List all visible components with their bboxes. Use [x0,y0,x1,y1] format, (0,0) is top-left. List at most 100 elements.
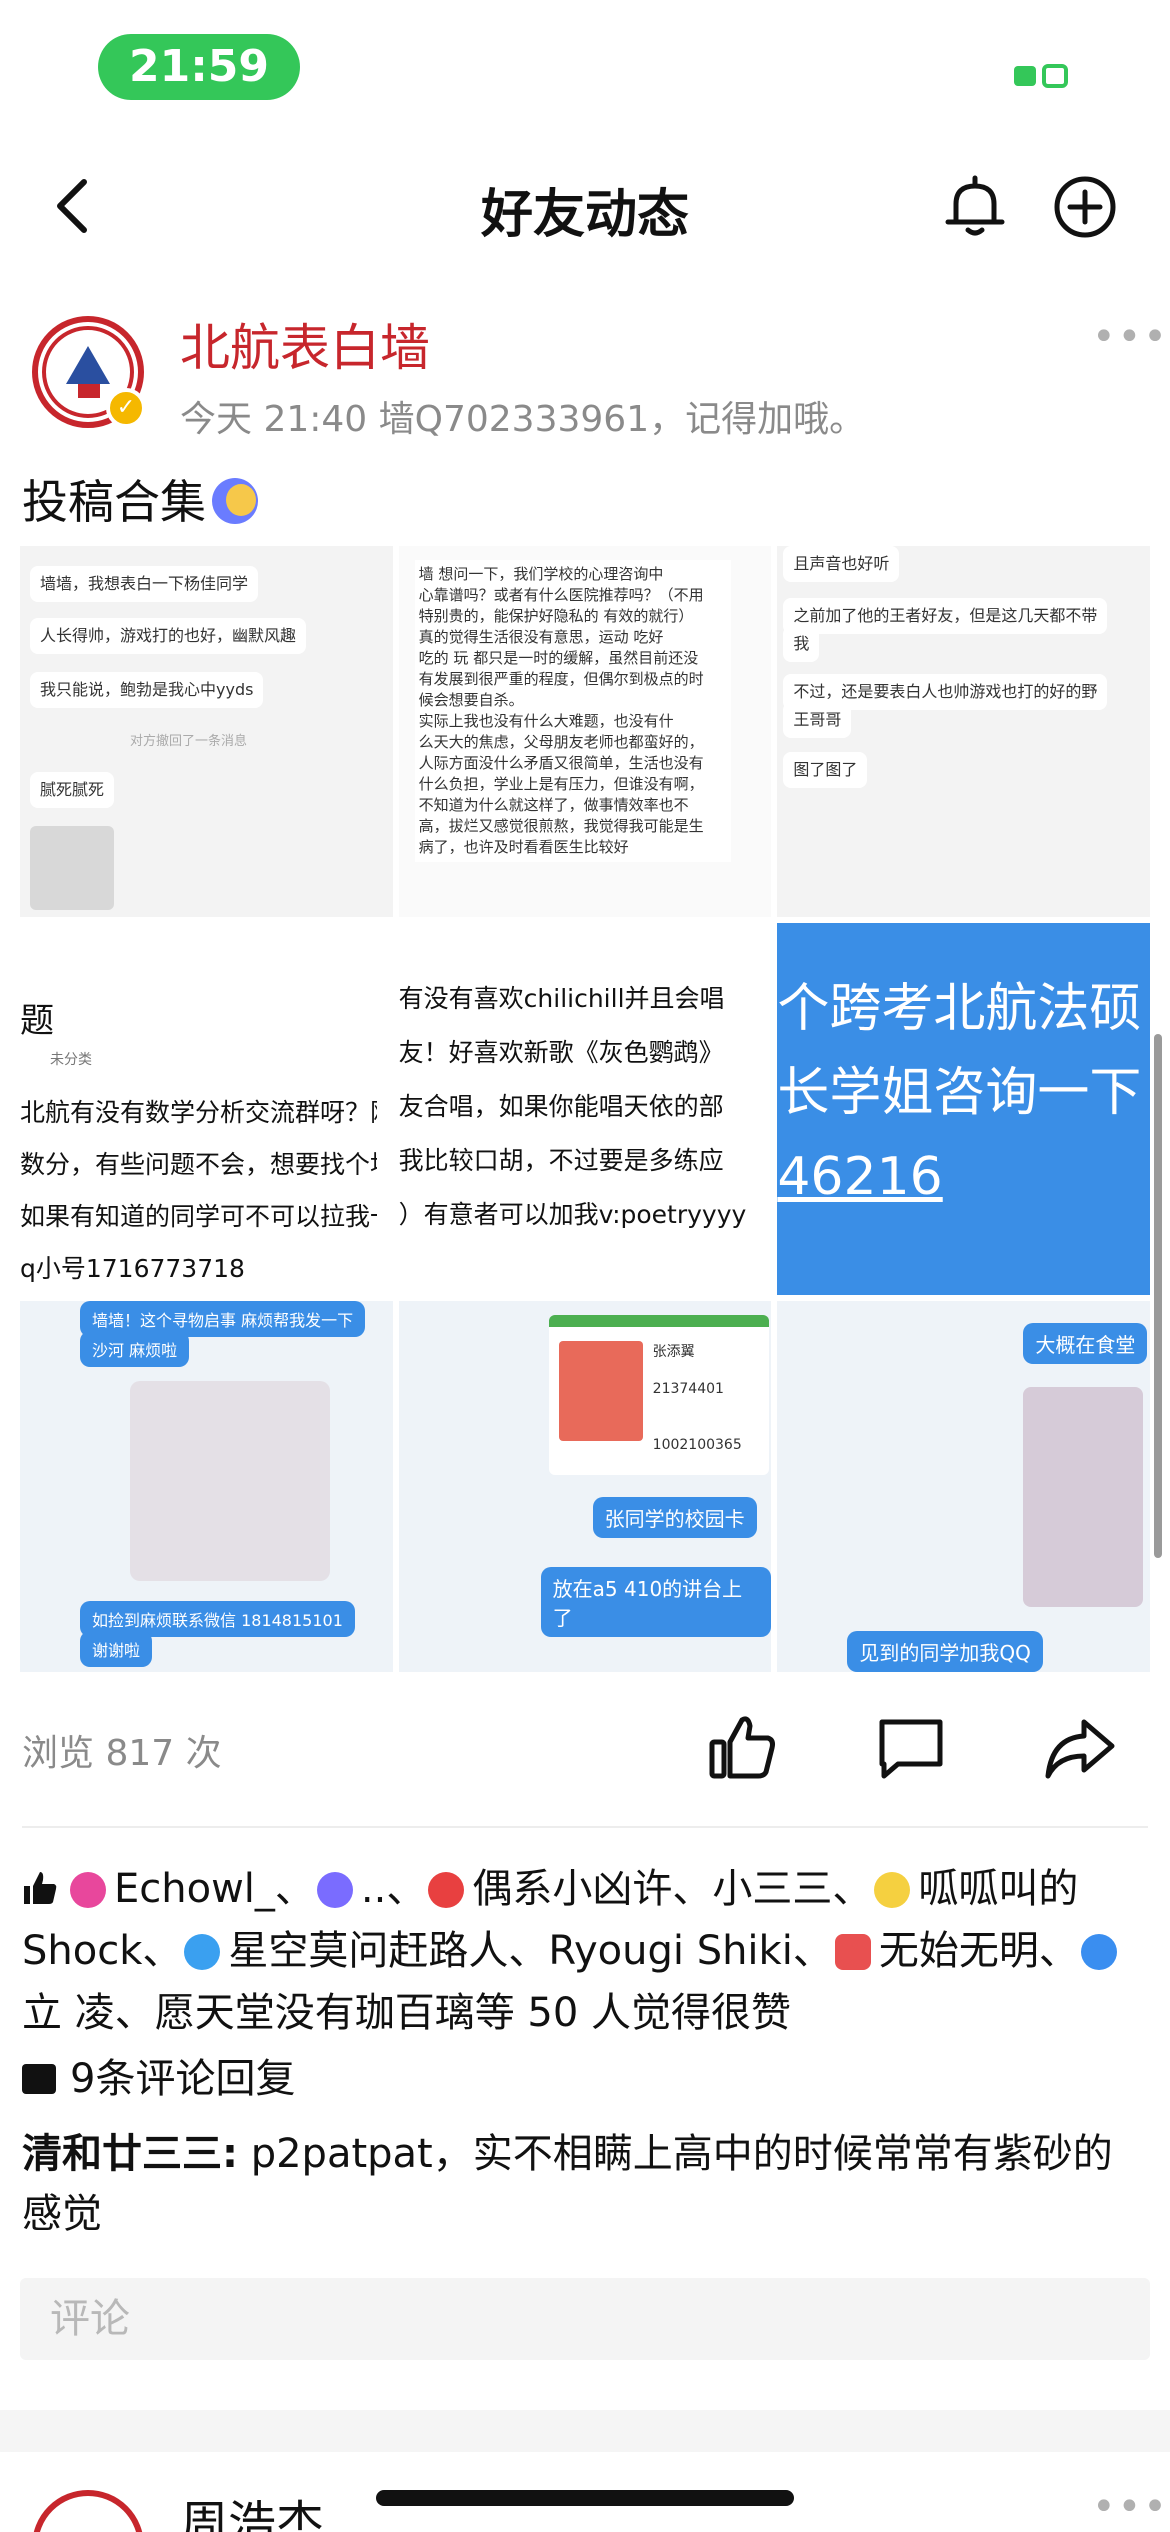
note-tag: 未分类 [50,1052,92,1069]
message-line: 吃的 玩 都只是一时的缓解，虽然目前还没 [418,649,699,667]
comments-count[interactable]: 9条评论回复 [22,2046,295,2104]
post-separator [0,2410,1170,2452]
thumbs-up-icon[interactable] [708,1712,778,1782]
message-line: 候会想要自杀。 [418,691,524,709]
note-line: 北航有没有数学分析交流群呀？刚 [20,1098,377,1128]
grid-image-7[interactable]: 墙墙！这个寻物启事 麻烦帮我发一下 沙河 麻烦啦 如捡到麻烦联系微信 18148… [20,1300,393,1672]
system-text: 对方撤回了一条消息 [130,734,248,749]
user-avatar-icon [316,1872,353,1908]
grid-image-5[interactable]: 有没有喜欢chilichill并且会唱 友！好喜欢新歌《灰色鹦鹉》 友合唱，如果… [398,923,772,1295]
like-name[interactable]: Echowl_、 [114,1866,315,1912]
message-line: 墙 想问一下，我们学校的心理咨询中 [418,565,664,583]
comment-item[interactable]: 清和廿三三: p2patpat，实不相瞒上高中的时候常常有紫砂的感觉 [22,2124,1152,2244]
card-text: 1002100365 [652,1436,742,1453]
banner-line: 长学姐咨询一下 [777,1063,1142,1124]
user-avatar-icon [428,1872,465,1908]
status-bar: 21:59 [0,0,1170,130]
chat-bubble: 我只能说，鲍勃是我心中yyds [30,672,264,708]
earbuds-case-image [130,1380,330,1581]
like-name[interactable]: 偶系小凶许、小三三、 [472,1866,872,1912]
post-text: 投稿合集 [22,466,258,532]
chat-bubble: 腻死腻死 [30,772,115,808]
status-time: 21:59 [98,34,300,100]
grid-image-1[interactable]: 墙墙，我想表白一下杨佳同学 人长得帅，游戏打的也好，幽默风趣 我只能说，鲍勃是我… [20,546,393,918]
comment-author[interactable]: 清和廿三三: [22,2131,238,2177]
long-message: 墙 想问一下，我们学校的心理咨询中 心靠谱吗？或者有什么医院推荐吗？（不用 特别… [414,560,732,862]
note-line: 友合唱，如果你能唱天依的部 [398,1092,724,1122]
thumbs-up-small-icon [24,1872,57,1904]
share-icon[interactable] [1044,1716,1116,1780]
message-line: 心靠谱吗？或者有什么医院推荐吗？（不用 [418,586,704,604]
grid-image-6[interactable]: 个跨考北航法硕 长学姐咨询一下 46216 [777,923,1150,1295]
banner-line: 46216 [777,1147,943,1208]
chat-bubble: 张同学的校园卡 [592,1496,757,1538]
grid-image-3[interactable]: 且声音也好听 之前加了他的王者好友，但是这几天都不带 我 不过，还是要表白人也帅… [777,546,1150,918]
message-line: 人际方面没什么矛盾又很简单，生活也没有 [418,754,704,772]
doll-photo [1023,1386,1144,1607]
chat-bubble: 大概在食堂 [1023,1322,1148,1364]
message-line: 特别贵的，能保护好隐私的 有效的就行） [418,607,694,625]
chat-bubble: 见到的同学加我QQ [847,1630,1043,1672]
home-indicator[interactable] [376,2490,794,2506]
chat-bubble: 墙墙，我想表白一下杨佳同学 [30,566,259,602]
user-avatar-icon [184,1934,221,1970]
comment-input[interactable]: 评论 [20,2278,1150,2360]
more-icon[interactable]: ••• [1092,2487,1169,2527]
message-line: 实际上我也没有什么大难题，也没有什 [418,712,674,730]
message-line: 么天大的焦虑，父母朋友老师也都蛮好的， [418,733,704,751]
bell-icon[interactable] [942,174,1008,240]
like-name[interactable]: 星空莫问赶路人、Ryougi Shiki、 [228,1928,832,1974]
note-line: 数分，有些问题不会，想要找个地 [20,1150,377,1180]
grid-image-8[interactable]: 张添翼 21374401 1002100365 张同学的校园卡 放在a5 410… [398,1300,772,1672]
scrollbar[interactable] [1154,1034,1162,1558]
note-line: q小号1716773718 [20,1254,245,1284]
grid-image-2[interactable]: 墙 想问一下，我们学校的心理咨询中 心靠谱吗？或者有什么医院推荐吗？（不用 特别… [398,546,772,918]
chat-bubble: 且声音也好听 [783,546,900,582]
note-title: 题 [20,1001,54,1042]
view-count: 浏览 817 次 [22,1733,222,1774]
like-name[interactable]: ..、 [361,1866,426,1912]
like-name[interactable]: 无始无明、 [879,1928,1079,1974]
nav-bar: 好友动态 [0,150,1170,260]
moon-emoji-icon [212,478,258,524]
message-line: 高，拔烂又感觉很煎熬，我觉得我可能是生 [418,817,704,835]
chat-bubble: 我 [783,626,820,662]
chat-bubble: 之前加了他的王者好友，但是这几天都不带 [783,598,1108,634]
note-line: ）有意者可以加我v:poetryyyy [398,1200,747,1230]
post-text-content: 投稿合集 [22,475,206,529]
message-line: 有发展到很严重的程度，但偶尔到极点的时 [418,670,704,688]
author-name[interactable]: 北航表白墙 [180,308,430,380]
comments-count-label: 9条评论回复 [70,2056,296,2102]
likes-list: Echowl_、..、 偶系小凶许、小三三、 呱呱叫的Shock、 星空莫问赶路人、R… [22,1858,1152,2044]
card-text: 张添翼 [652,1343,695,1360]
more-icon[interactable]: ••• [1092,317,1167,357]
note-line: 友！好喜欢新歌《灰色鹦鹉》 [398,1038,724,1068]
like-name[interactable]: 立 凌、愿天堂没有珈百璃等 50 人觉得很赞 [22,1990,791,2036]
plus-circle-icon[interactable] [1052,174,1118,240]
chat-bubble: 放在a5 410的讲台上了 [540,1566,772,1637]
user-avatar-icon [70,1872,106,1908]
user-avatar-icon [834,1934,871,1970]
grid-image-9[interactable]: 大概在食堂 见到的同学加我QQ [777,1300,1150,1672]
chat-bubble: 图了图了 [783,752,868,788]
chat-bubble: 王哥哥 [783,702,852,738]
note-line: 有没有喜欢chilichill并且会唱 [398,984,725,1014]
campus-card-image: 张添翼 21374401 1002100365 [548,1314,769,1475]
note-line: 我比较口胡，不过要是多练应 [398,1146,724,1176]
user-avatar-icon [1080,1934,1117,1970]
battery-icon [1014,64,1068,88]
chat-bubble: 人长得帅，游戏打的也好，幽默风趣 [30,618,307,654]
comment-icon[interactable] [876,1716,946,1780]
next-author-name[interactable]: 周浩杰 [180,2484,324,2532]
next-author-avatar[interactable] [32,2490,144,2532]
chat-bubble: 沙河 麻烦啦 [80,1330,190,1367]
note-line: 如果有知道的同学可不可以拉我一 [20,1202,377,1232]
comment-small-icon [22,2064,56,2094]
divider [22,1826,1148,1828]
grid-image-4[interactable]: 题 未分类 北航有没有数学分析交流群呀？刚 数分，有些问题不会，想要找个地 如果… [20,923,393,1295]
chat-bubble: 谢谢啦 [80,1630,153,1667]
post-meta: 今天 21:40 墙Q702333961，记得加哦。 [180,399,866,440]
image-grid: 墙墙，我想表白一下杨佳同学 人长得帅，游戏打的也好，幽默风趣 我只能说，鲍勃是我… [20,546,1150,1672]
user-avatar-icon [874,1872,911,1908]
card-text: 21374401 [652,1380,724,1397]
